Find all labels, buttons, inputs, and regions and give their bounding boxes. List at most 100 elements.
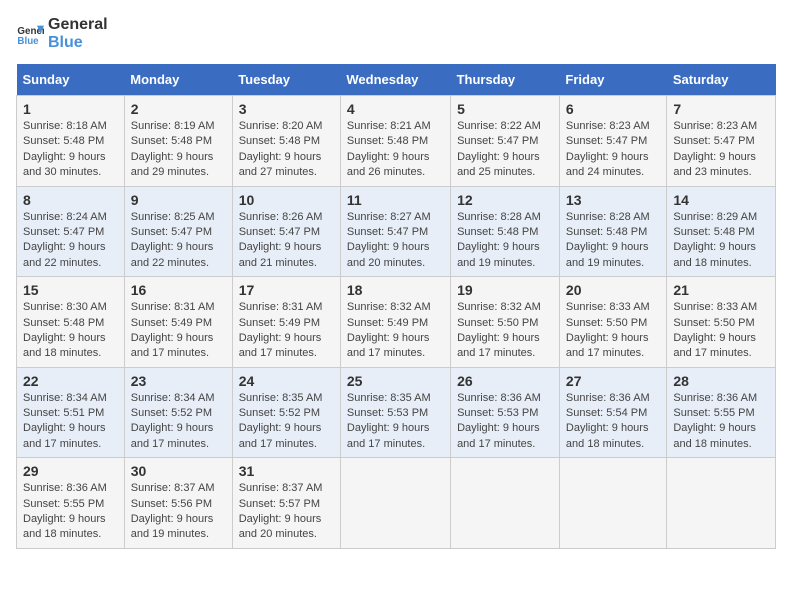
calendar-cell: 28 Sunrise: 8:36 AM Sunset: 5:55 PM Dayli… — [667, 367, 776, 458]
cell-info: Sunrise: 8:35 AM Sunset: 5:53 PM Dayligh… — [347, 391, 444, 453]
day-number: 3 — [239, 101, 334, 117]
week-row-4: 22Sunrise: 8:34 AM Sunset: 5:51 PM Dayli… — [17, 367, 776, 458]
cell-info: Sunrise: 8:21 AM Sunset: 5:48 PM Dayligh… — [347, 119, 444, 181]
svg-text:Blue: Blue — [17, 36, 39, 47]
cell-info: Sunrise: 8:25 AM Sunset: 5:47 PM Dayligh… — [131, 210, 226, 272]
calendar-cell: 31 Sunrise: 8:37 AM Sunset: 5:57 PM Dayli… — [232, 458, 340, 549]
calendar-cell: 14 Sunrise: 8:29 AM Sunset: 5:48 PM Dayli… — [667, 186, 776, 277]
day-number: 24 — [239, 373, 334, 389]
calendar-cell: 10 Sunrise: 8:26 AM Sunset: 5:47 PM Dayli… — [232, 186, 340, 277]
day-number: 31 — [239, 463, 334, 479]
calendar-cell: 22Sunrise: 8:34 AM Sunset: 5:51 PM Dayli… — [17, 367, 125, 458]
day-number: 10 — [239, 192, 334, 208]
calendar-table: SundayMondayTuesdayWednesdayThursdayFrid… — [16, 64, 776, 549]
logo-blue-text: Blue — [48, 34, 83, 51]
calendar-cell: 7Sunrise: 8:23 AM Sunset: 5:47 PM Daylig… — [667, 96, 776, 187]
cell-info: Sunrise: 8:31 AM Sunset: 5:49 PM Dayligh… — [131, 300, 226, 362]
day-number: 29 — [23, 463, 118, 479]
day-number: 22 — [23, 373, 118, 389]
cell-info: Sunrise: 8:36 AM Sunset: 5:55 PM Dayligh… — [673, 391, 769, 453]
day-number: 19 — [457, 282, 553, 298]
cell-info: Sunrise: 8:32 AM Sunset: 5:49 PM Dayligh… — [347, 300, 444, 362]
cell-info: Sunrise: 8:37 AM Sunset: 5:56 PM Dayligh… — [131, 481, 226, 543]
calendar-cell: 11Sunrise: 8:27 AM Sunset: 5:47 PM Dayli… — [340, 186, 450, 277]
calendar-cell: 19 Sunrise: 8:32 AM Sunset: 5:50 PM Dayli… — [451, 277, 560, 368]
week-row-1: 1 Sunrise: 8:18 AM Sunset: 5:48 PM Daylig… — [17, 96, 776, 187]
day-number: 21 — [673, 282, 769, 298]
calendar-cell: 8 Sunrise: 8:24 AM Sunset: 5:47 PM Daylig… — [17, 186, 125, 277]
cell-info: Sunrise: 8:36 AM Sunset: 5:53 PM Dayligh… — [457, 391, 553, 453]
calendar-cell: 27Sunrise: 8:36 AM Sunset: 5:54 PM Dayli… — [559, 367, 666, 458]
cell-info: Sunrise: 8:19 AM Sunset: 5:48 PM Dayligh… — [131, 119, 226, 181]
cell-info: Sunrise: 8:20 AM Sunset: 5:48 PM Dayligh… — [239, 119, 334, 181]
cell-info: Sunrise: 8:37 AM Sunset: 5:57 PM Dayligh… — [239, 481, 334, 543]
calendar-cell: 6 Sunrise: 8:23 AM Sunset: 5:47 PM Daylig… — [559, 96, 666, 187]
calendar-cell: 15Sunrise: 8:30 AM Sunset: 5:48 PM Dayli… — [17, 277, 125, 368]
logo-icon: General Blue — [16, 20, 44, 48]
day-number: 20 — [566, 282, 660, 298]
calendar-cell: 16 Sunrise: 8:31 AM Sunset: 5:49 PM Dayli… — [124, 277, 232, 368]
weekday-header-tuesday: Tuesday — [232, 64, 340, 96]
weekday-header-friday: Friday — [559, 64, 666, 96]
day-number: 23 — [131, 373, 226, 389]
weekday-header-saturday: Saturday — [667, 64, 776, 96]
week-row-5: 29 Sunrise: 8:36 AM Sunset: 5:55 PM Dayli… — [17, 458, 776, 549]
day-number: 6 — [566, 101, 660, 117]
day-number: 28 — [673, 373, 769, 389]
calendar-cell — [340, 458, 450, 549]
day-number: 1 — [23, 101, 118, 117]
cell-info: Sunrise: 8:24 AM Sunset: 5:47 PM Dayligh… — [23, 210, 118, 272]
cell-info: Sunrise: 8:18 AM Sunset: 5:48 PM Dayligh… — [23, 119, 118, 181]
calendar-cell: 4 Sunrise: 8:21 AM Sunset: 5:48 PM Daylig… — [340, 96, 450, 187]
calendar-cell — [667, 458, 776, 549]
day-number: 5 — [457, 101, 553, 117]
weekday-header-wednesday: Wednesday — [340, 64, 450, 96]
cell-info: Sunrise: 8:31 AM Sunset: 5:49 PM Dayligh… — [239, 300, 334, 362]
calendar-cell: 20 Sunrise: 8:33 AM Sunset: 5:50 PM Dayli… — [559, 277, 666, 368]
week-row-2: 8 Sunrise: 8:24 AM Sunset: 5:47 PM Daylig… — [17, 186, 776, 277]
calendar-cell: 17 Sunrise: 8:31 AM Sunset: 5:49 PM Dayli… — [232, 277, 340, 368]
day-number: 14 — [673, 192, 769, 208]
calendar-cell: 3 Sunrise: 8:20 AM Sunset: 5:48 PM Daylig… — [232, 96, 340, 187]
day-number: 27 — [566, 373, 660, 389]
weekday-header-thursday: Thursday — [451, 64, 560, 96]
day-number: 2 — [131, 101, 226, 117]
calendar-cell: 1 Sunrise: 8:18 AM Sunset: 5:48 PM Daylig… — [17, 96, 125, 187]
cell-info: Sunrise: 8:23 AM Sunset: 5:47 PM Dayligh… — [566, 119, 660, 181]
day-number: 16 — [131, 282, 226, 298]
cell-info: Sunrise: 8:36 AM Sunset: 5:55 PM Dayligh… — [23, 481, 118, 543]
cell-info: Sunrise: 8:30 AM Sunset: 5:48 PM Dayligh… — [23, 300, 118, 362]
calendar-cell — [559, 458, 666, 549]
cell-info: Sunrise: 8:33 AM Sunset: 5:50 PM Dayligh… — [673, 300, 769, 362]
calendar-cell: 12 Sunrise: 8:28 AM Sunset: 5:48 PM Dayli… — [451, 186, 560, 277]
day-number: 17 — [239, 282, 334, 298]
cell-info: Sunrise: 8:35 AM Sunset: 5:52 PM Dayligh… — [239, 391, 334, 453]
cell-info: Sunrise: 8:32 AM Sunset: 5:50 PM Dayligh… — [457, 300, 553, 362]
day-number: 8 — [23, 192, 118, 208]
calendar-cell — [451, 458, 560, 549]
calendar-cell: 24 Sunrise: 8:35 AM Sunset: 5:52 PM Dayli… — [232, 367, 340, 458]
cell-info: Sunrise: 8:33 AM Sunset: 5:50 PM Dayligh… — [566, 300, 660, 362]
day-number: 18 — [347, 282, 444, 298]
calendar-cell: 5 Sunrise: 8:22 AM Sunset: 5:47 PM Daylig… — [451, 96, 560, 187]
logo-general-text: General — [48, 16, 108, 34]
logo: General Blue General Blue — [16, 16, 108, 52]
calendar-cell: 13Sunrise: 8:28 AM Sunset: 5:48 PM Dayli… — [559, 186, 666, 277]
cell-info: Sunrise: 8:22 AM Sunset: 5:47 PM Dayligh… — [457, 119, 553, 181]
calendar-cell: 9 Sunrise: 8:25 AM Sunset: 5:47 PM Daylig… — [124, 186, 232, 277]
day-number: 9 — [131, 192, 226, 208]
calendar-cell: 23Sunrise: 8:34 AM Sunset: 5:52 PM Dayli… — [124, 367, 232, 458]
weekday-header-sunday: Sunday — [17, 64, 125, 96]
calendar-cell: 2 Sunrise: 8:19 AM Sunset: 5:48 PM Daylig… — [124, 96, 232, 187]
cell-info: Sunrise: 8:23 AM Sunset: 5:47 PM Dayligh… — [673, 119, 769, 181]
day-number: 12 — [457, 192, 553, 208]
cell-info: Sunrise: 8:26 AM Sunset: 5:47 PM Dayligh… — [239, 210, 334, 272]
page-header: General Blue General Blue — [16, 16, 776, 52]
calendar-cell: 25Sunrise: 8:35 AM Sunset: 5:53 PM Dayli… — [340, 367, 450, 458]
cell-info: Sunrise: 8:29 AM Sunset: 5:48 PM Dayligh… — [673, 210, 769, 272]
day-number: 4 — [347, 101, 444, 117]
calendar-cell: 18 Sunrise: 8:32 AM Sunset: 5:49 PM Dayli… — [340, 277, 450, 368]
week-row-3: 15Sunrise: 8:30 AM Sunset: 5:48 PM Dayli… — [17, 277, 776, 368]
cell-info: Sunrise: 8:28 AM Sunset: 5:48 PM Dayligh… — [566, 210, 660, 272]
cell-info: Sunrise: 8:28 AM Sunset: 5:48 PM Dayligh… — [457, 210, 553, 272]
